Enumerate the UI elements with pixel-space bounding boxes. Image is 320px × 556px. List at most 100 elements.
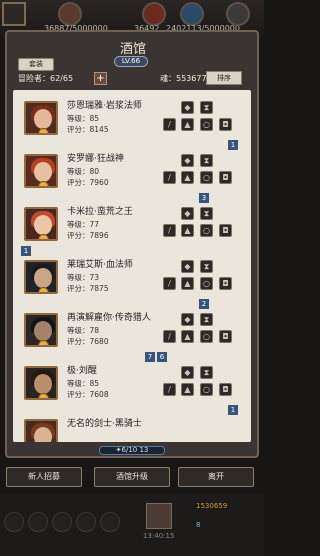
hourglass-icon[interactable]: ⧗ — [200, 313, 213, 326]
hero-portrait — [24, 154, 58, 188]
menu-circle-icon[interactable] — [4, 512, 24, 532]
sword-icon[interactable]: / — [163, 224, 176, 237]
hero-card[interactable]: 卡米拉·蛮荒之王 等级：77 评分：7896 ◆ ⧗ / ▲ ○ ◘ 1 — [13, 200, 251, 256]
hero-name: 莱瑞艾斯·血法师 — [67, 260, 133, 270]
adventurer-count: 冒险者：62/65 — [18, 74, 74, 83]
ring-icon[interactable]: ○ — [200, 171, 213, 184]
star-emblem-icon — [38, 128, 49, 133]
ring-icon[interactable]: ○ — [200, 224, 213, 237]
ring-icon[interactable]: ○ — [200, 277, 213, 290]
hero-card[interactable]: 无名的剑士·黑骑士 — [13, 412, 251, 442]
hourglass-icon[interactable]: ⧗ — [200, 154, 213, 167]
hero-score: 评分：7875 — [67, 284, 109, 293]
star-emblem-icon — [38, 287, 49, 292]
star-emblem-icon — [38, 181, 49, 186]
ring-icon[interactable]: ○ — [200, 330, 213, 343]
hero-name: 极·刘醒 — [67, 366, 97, 376]
hourglass-icon[interactable]: ⧗ — [200, 366, 213, 379]
menu-circle-icon[interactable] — [76, 512, 96, 532]
hero-portrait — [24, 419, 58, 442]
shield-icon[interactable]: ◘ — [219, 383, 232, 396]
hero-portrait — [24, 101, 58, 135]
sword-icon[interactable]: / — [163, 171, 176, 184]
hero-score: 评分：7608 — [67, 390, 109, 399]
resource-3-icon — [180, 2, 204, 26]
hero-score: 评分：8145 — [67, 125, 109, 134]
armor-icon[interactable]: ▲ — [181, 277, 194, 290]
water-drop-icon[interactable]: ◆ — [181, 366, 194, 379]
hero-card[interactable]: 再演解雇你·传奇猎人 等级：78 评分：7680 ◆ ⧗ / ▲ ○ ◘ 7 6 — [13, 306, 251, 362]
hero-list[interactable]: 莎恩瑞雅·岩浆法师 等级：85 评分：8145 ◆ ⧗ ▲ ○ / ◘ 1 安罗… — [13, 90, 251, 442]
sword-icon[interactable]: / — [163, 118, 176, 131]
tavern-info-row: 冒险者：62/65 + 魂：553677 排序 — [14, 71, 248, 86]
hero-level: 等级：78 — [67, 326, 100, 335]
shield-icon[interactable]: ◘ — [219, 171, 232, 184]
ring-icon[interactable]: ○ — [200, 383, 213, 396]
shield-icon[interactable]: ◘ — [219, 277, 232, 290]
shield-icon[interactable]: ◘ — [219, 118, 232, 131]
hero-name: 卡米拉·蛮荒之王 — [67, 207, 133, 217]
resource-4-icon — [226, 2, 250, 26]
hourglass-icon[interactable]: ⧗ — [200, 101, 213, 114]
menu-circle-icon[interactable] — [52, 512, 72, 532]
resource-1-icon — [58, 2, 82, 26]
sword-icon[interactable]: / — [163, 383, 176, 396]
recruit-button[interactable]: 新人招募 — [6, 467, 82, 487]
leave-button[interactable]: 离开 — [178, 467, 254, 487]
sword-icon[interactable]: / — [163, 277, 176, 290]
star-emblem-icon — [38, 393, 49, 398]
menu-circle-icon[interactable] — [100, 512, 120, 532]
clock-time: 13:40:15 — [143, 532, 175, 540]
tavern-exp-bar: ✦6/10 13 — [99, 446, 165, 455]
water-drop-icon[interactable]: ◆ — [181, 260, 194, 273]
water-drop-icon[interactable]: ◆ — [181, 207, 194, 220]
hero-level: 等级：77 — [67, 220, 100, 229]
sword-icon[interactable]: / — [163, 330, 176, 343]
star-emblem-icon — [38, 234, 49, 239]
add-slot-button[interactable]: + — [94, 72, 107, 85]
hero-card[interactable]: 莱瑞艾斯·血法师 等级：73 评分：7875 ◆ ⧗ / ▲ ○ ◘ 2 — [13, 253, 251, 309]
sort-button[interactable]: 排序 — [206, 71, 242, 85]
water-drop-icon[interactable]: ◆ — [181, 154, 194, 167]
armor-icon[interactable]: ▲ — [181, 224, 194, 237]
hero-level: 等级：85 — [67, 379, 100, 388]
hero-level: 等级：73 — [67, 273, 100, 282]
resource-2-icon — [142, 2, 166, 26]
hero-portrait — [24, 207, 58, 241]
hero-card[interactable]: 莎恩瑞雅·岩浆法师 等级：85 评分：8145 ◆ ⧗ ▲ ○ / ◘ 1 — [13, 94, 251, 150]
hero-name: 安罗娜·狂战神 — [67, 154, 124, 164]
star-emblem-icon — [38, 340, 49, 345]
upgrade-tavern-button[interactable]: 酒馆升级 — [94, 467, 170, 487]
hero-name: 再演解雇你·传奇猎人 — [67, 313, 151, 323]
hero-score: 评分：7680 — [67, 337, 109, 346]
water-drop-icon[interactable]: ◆ — [181, 101, 194, 114]
menu-circle-icon[interactable] — [28, 512, 48, 532]
water-drop-icon[interactable]: ◆ — [181, 313, 194, 326]
hero-portrait — [24, 366, 58, 400]
hero-level: 等级：80 — [67, 167, 100, 176]
hero-name: 莎恩瑞雅·岩浆法师 — [67, 101, 142, 111]
chest-icon[interactable] — [146, 503, 172, 529]
hero-card[interactable]: 安罗娜·狂战神 等级：80 评分：7960 ◆ ⧗ / ▲ ○ ◘ 3 — [13, 147, 251, 203]
hero-card[interactable]: 极·刘醒 等级：85 评分：7608 ◆ ⧗ / ▲ ○ ◘ 1 — [13, 359, 251, 415]
hourglass-icon[interactable]: ⧗ — [200, 260, 213, 273]
armor-icon[interactable]: ▲ — [181, 171, 194, 184]
armor-icon[interactable]: ▲ — [181, 383, 194, 396]
coin-count: 1530659 — [196, 502, 228, 510]
panel-title: 酒馆 — [119, 42, 146, 57]
gem-count: 8 — [196, 521, 201, 529]
armor-icon[interactable]: ▲ — [181, 330, 194, 343]
armor-icon[interactable]: ▲ — [181, 118, 194, 131]
shield-icon[interactable]: ◘ — [219, 224, 232, 237]
soul-count: 魂：553677 — [160, 74, 207, 83]
hero-portrait — [24, 313, 58, 347]
hero-score: 评分：7960 — [67, 178, 109, 187]
back-button[interactable] — [2, 2, 26, 26]
ring-icon[interactable]: ○ — [200, 118, 213, 131]
set-tab-button[interactable]: 套装 — [18, 58, 54, 71]
tavern-level-badge: LV.66 — [114, 56, 148, 67]
hero-name: 无名的剑士·黑骑士 — [67, 419, 142, 429]
hero-portrait — [24, 260, 58, 294]
hourglass-icon[interactable]: ⧗ — [200, 207, 213, 220]
shield-icon[interactable]: ◘ — [219, 330, 232, 343]
